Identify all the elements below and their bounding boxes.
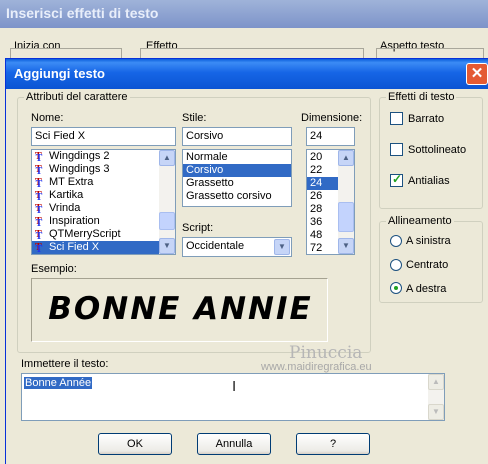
font-list-scrollbar[interactable]: ▲ ▼ [159, 150, 175, 254]
style-list[interactable]: Normale Corsivo Grassetto Grassetto corsivo [182, 149, 292, 207]
list-item[interactable]: Grassetto [183, 177, 291, 190]
scroll-up-icon[interactable]: ▲ [338, 150, 354, 166]
help-button[interactable]: ? [296, 433, 370, 455]
align-left-label: A sinistra [406, 235, 451, 247]
text-scrollbar[interactable]: ▲ ▼ [428, 374, 444, 420]
list-item-label: 48 [310, 229, 323, 241]
character-attributes-legend: Attributi del carattere [24, 91, 130, 103]
list-item[interactable]: TT Kartika [32, 189, 175, 203]
underline-checkbox[interactable] [390, 143, 403, 156]
list-item-label: Grassetto [186, 177, 234, 189]
close-icon[interactable]: ✕ [466, 63, 488, 85]
list-item-label: 28 [310, 203, 323, 215]
scroll-thumb[interactable] [338, 202, 354, 232]
list-item[interactable]: TT Vrinda [32, 202, 175, 216]
list-item-label: Vrinda [49, 202, 81, 214]
scroll-thumb[interactable] [159, 212, 175, 230]
size-input[interactable]: 24 [306, 127, 355, 146]
list-item[interactable]: TT Wingdings 3 [32, 163, 175, 177]
scroll-down-icon[interactable]: ▼ [338, 238, 354, 254]
list-item[interactable]: TT Inspiration [32, 215, 175, 229]
list-item-label: 24 [310, 177, 323, 189]
style-label: Stile: [182, 112, 207, 124]
strikethrough-label: Barrato [408, 113, 445, 125]
text-entry-area[interactable]: Bonne Année I ▲ ▼ [21, 373, 445, 421]
truetype-font-icon: TT [35, 242, 43, 255]
text-effects-legend: Effetti di testo [386, 91, 457, 103]
text-entry-value: Bonne Année [24, 377, 93, 389]
watermark-name: Pinuccia [289, 343, 363, 363]
list-item[interactable]: TT QTMerryScript [32, 228, 175, 242]
list-item-label: Kartika [49, 189, 84, 201]
list-item-label: QTMerryScript [49, 228, 121, 240]
font-name-input[interactable]: Sci Fied X [31, 127, 176, 146]
sample-preview: BONNE ANNIE [31, 278, 328, 342]
list-item-label: 20 [310, 151, 323, 163]
font-list[interactable]: TT Wingdings 2 TT Wingdings 3 TT MT Extra TT Ka… [31, 149, 176, 255]
underline-label: Sottolineato [408, 144, 467, 156]
list-item-label: 22 [310, 164, 323, 176]
list-item-label: 26 [310, 190, 323, 202]
cancel-button[interactable]: Annulla [197, 433, 271, 455]
list-item[interactable]: Normale [183, 151, 291, 164]
font-name-label: Nome: [31, 112, 64, 124]
truetype-font-icon: TT [35, 151, 43, 164]
scroll-down-icon[interactable]: ▼ [159, 238, 175, 254]
watermark-url: www.maidiregrafica.eu [261, 361, 372, 373]
list-item-label: Corsivo [186, 164, 224, 176]
style-input[interactable]: Corsivo [182, 127, 292, 146]
script-value: Occidentale [186, 240, 245, 252]
enter-text-label: Immettere il testo: [21, 358, 109, 370]
truetype-font-icon: TT [35, 216, 43, 229]
dialog-titlebar[interactable]: Aggiungi testo ✕ [6, 59, 488, 89]
text-cursor-icon: I [232, 378, 237, 395]
add-text-dialog: Aggiungi testo ✕ Attributi del carattere… [5, 58, 488, 464]
list-item-label: Wingdings 2 [49, 150, 110, 162]
chevron-down-icon[interactable]: ▼ [274, 239, 290, 255]
list-item[interactable]: TT Wingdings 2 [32, 150, 175, 164]
list-item[interactable]: TT Sci Fied X [32, 241, 175, 254]
antialias-label: Antialias [408, 175, 450, 187]
align-left-radio[interactable] [390, 235, 402, 247]
list-item-label: 36 [310, 216, 323, 228]
dialog-title: Aggiungi testo [14, 66, 105, 81]
ok-button[interactable]: OK [98, 433, 172, 455]
background-window-title: Inserisci effetti di testo [0, 0, 488, 28]
alignment-legend: Allineamento [386, 215, 454, 227]
size-label: Dimensione: [301, 112, 363, 124]
truetype-font-icon: TT [35, 190, 43, 203]
truetype-font-icon: TT [35, 164, 43, 177]
sample-text: BONNE ANNIE [48, 291, 313, 327]
script-select[interactable]: Occidentale ▼ [182, 237, 292, 257]
truetype-font-icon: TT [35, 203, 43, 216]
align-center-label: Centrato [406, 259, 449, 271]
size-list[interactable]: 20 22 24 26 28 36 48 72 ▲ ▼ [306, 149, 355, 255]
align-right-radio[interactable] [390, 282, 402, 294]
sample-label: Esempio: [31, 263, 77, 275]
list-item-label: Grassetto corsivo [186, 190, 272, 202]
truetype-font-icon: TT [35, 229, 43, 242]
size-list-scrollbar[interactable]: ▲ ▼ [338, 150, 354, 254]
truetype-font-icon: TT [35, 177, 43, 190]
align-right-label: A destra [406, 283, 447, 295]
list-item-label: MT Extra [49, 176, 94, 188]
list-item[interactable]: Corsivo [183, 164, 291, 177]
scroll-down-icon[interactable]: ▼ [428, 404, 444, 420]
scroll-up-icon[interactable]: ▲ [428, 374, 444, 390]
list-item[interactable]: Grassetto corsivo [183, 190, 291, 203]
scroll-up-icon[interactable]: ▲ [159, 150, 175, 166]
list-item-label: 72 [310, 242, 323, 254]
list-item-label: Inspiration [49, 215, 100, 227]
align-center-radio[interactable] [390, 259, 402, 271]
list-item-label: Normale [186, 151, 228, 163]
script-label: Script: [182, 222, 214, 234]
list-item[interactable]: TT MT Extra [32, 176, 175, 190]
antialias-checkbox[interactable] [390, 172, 403, 187]
list-item-label: Wingdings 3 [49, 163, 110, 175]
strikethrough-checkbox[interactable] [390, 112, 403, 125]
list-item-label: Sci Fied X [49, 241, 100, 253]
